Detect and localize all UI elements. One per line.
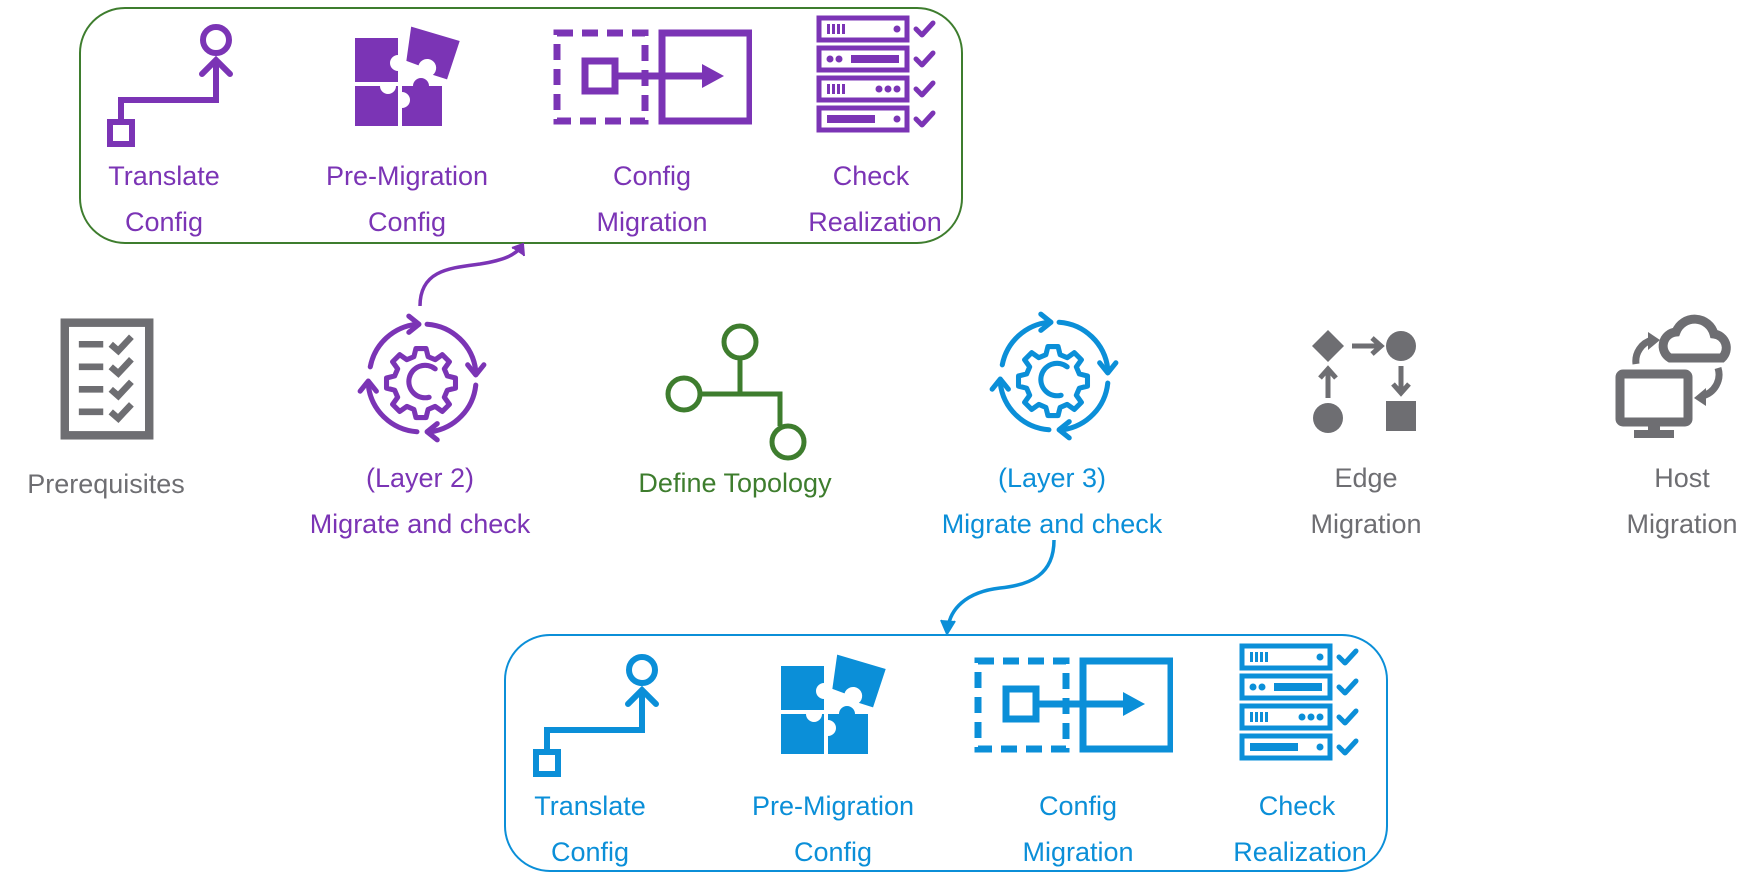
puzzle-icon [776, 648, 896, 758]
step-label: Pre-Migration [751, 791, 915, 821]
config-migration-icon [973, 656, 1173, 756]
step-label: Config [1038, 791, 1118, 821]
translate-config-icon [530, 650, 660, 780]
step-label: Check [1258, 791, 1336, 821]
step-label: Realization [1233, 837, 1367, 867]
step-label: Translate [534, 791, 646, 821]
step-label: Config [793, 837, 873, 867]
step-label: Migration [1022, 837, 1134, 867]
step-label: Config [550, 837, 630, 867]
server-check-icon [1238, 642, 1388, 762]
